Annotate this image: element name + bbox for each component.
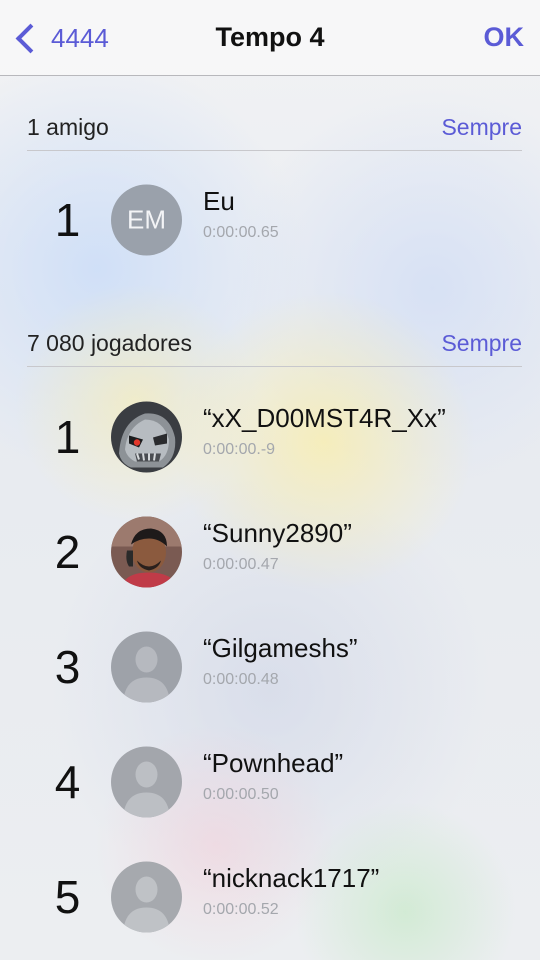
rank-number: 5 — [54, 871, 81, 923]
friends-time-filter[interactable]: Sempre — [441, 114, 522, 141]
leaderboard-row[interactable]: 4 “Pownhead” 0:00:00.50 — [0, 732, 540, 832]
player-name: Eu — [203, 186, 235, 216]
avatar — [111, 746, 182, 818]
avatar — [111, 516, 182, 588]
player-name: “nicknack1717” — [203, 863, 380, 893]
leaderboard-row[interactable]: 1 “xX_D00MST4R_Xx” 0:00:00.-9 — [0, 387, 540, 487]
page-title: Tempo 4 — [215, 22, 325, 52]
ok-button[interactable]: OK — [484, 22, 525, 53]
leaderboard-row[interactable]: 5 “nicknack1717” 0:00:00.52 — [0, 847, 540, 947]
skull-avatar-image — [111, 401, 182, 473]
rank-number: 2 — [54, 526, 81, 578]
default-avatar-icon — [111, 631, 182, 703]
leaderboard-row[interactable]: 1 EM Eu 0:00:00.65 — [0, 170, 540, 270]
player-name: “xX_D00MST4R_Xx” — [203, 403, 446, 433]
leaderboard-row[interactable]: 3 “Gilgameshs” 0:00:00.48 — [0, 617, 540, 717]
default-avatar-icon — [111, 861, 182, 933]
player-name: “Pownhead” — [203, 748, 344, 778]
navigation-bar: 4444 Tempo 4 OK — [0, 0, 540, 76]
player-score: 0:00:00.48 — [203, 671, 279, 688]
avatar-initials: EM — [111, 184, 182, 256]
player-score: 0:00:00.52 — [203, 901, 279, 918]
players-section-title: 7 080 jogadores — [27, 330, 192, 356]
player-score: 0:00:00.-9 — [203, 441, 276, 458]
default-avatar-icon — [111, 746, 182, 818]
leaderboard-row[interactable]: 2 “Sunny2890” 0:00:00.47 — [0, 502, 540, 602]
avatar — [111, 401, 182, 473]
players-time-filter[interactable]: Sempre — [441, 330, 522, 357]
avatar: EM — [111, 184, 182, 256]
rank-number: 4 — [54, 756, 81, 808]
avatar — [111, 631, 182, 703]
rank-number: 1 — [54, 411, 81, 463]
rank-number: 3 — [54, 641, 81, 693]
player-score: 0:00:00.50 — [203, 786, 279, 803]
player-score: 0:00:00.47 — [203, 556, 279, 573]
player-score: 0:00:00.65 — [203, 224, 279, 241]
friends-section-title: 1 amigo — [27, 114, 109, 140]
rank-number: 1 — [54, 194, 81, 246]
avatar — [111, 861, 182, 933]
players-section-header: 7 080 jogadores Sempre — [27, 322, 522, 367]
friends-section-header: 1 amigo Sempre — [27, 106, 522, 151]
person-avatar-image — [111, 516, 182, 588]
player-name: “Sunny2890” — [203, 518, 352, 548]
player-name: “Gilgameshs” — [203, 633, 358, 663]
